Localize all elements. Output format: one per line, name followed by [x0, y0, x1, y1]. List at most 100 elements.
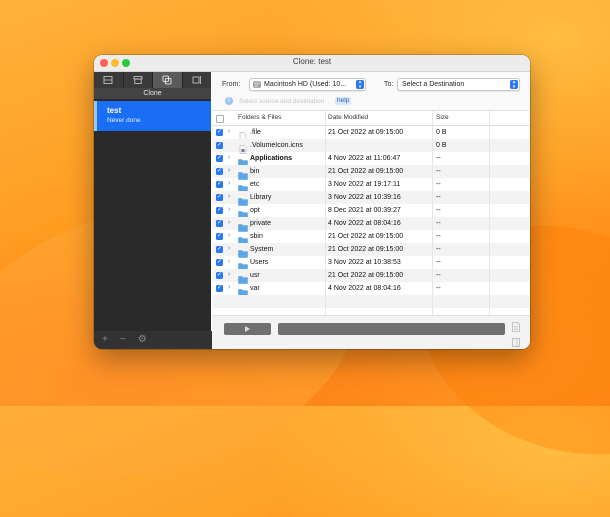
file-size: 0 B	[436, 141, 447, 149]
column-header-name[interactable]: Folders & Files	[238, 114, 281, 121]
column-header-date[interactable]: Date Modified	[328, 114, 368, 121]
disclosure-triangle-icon[interactable]: ›	[228, 193, 230, 200]
file-name: System	[250, 245, 274, 253]
row-checkbox[interactable]: ✓	[216, 233, 223, 240]
folder-icon	[238, 193, 248, 206]
disclosure-triangle-icon[interactable]: ›	[228, 128, 230, 135]
action-bar	[212, 315, 530, 349]
table-row[interactable]: ✓ › private 4 Nov 2022 at 08:04:16 --	[213, 217, 529, 232]
source-select[interactable]: Macintosh HD (Used: 10... ▴ ▾	[249, 78, 366, 91]
main-panel: From: Macintosh HD (Used: 10... ▴ ▾ To: S…	[212, 72, 530, 349]
table-row[interactable]: ✓ › System 21 Oct 2022 at 09:15:00 --	[213, 243, 529, 258]
disclosure-triangle-icon[interactable]: ›	[228, 154, 230, 161]
file-size: 0 B	[436, 128, 447, 136]
file-date: 4 Nov 2022 at 08:04:16	[328, 219, 401, 227]
info-message: Select source and destination	[239, 98, 325, 105]
file-size: --	[436, 167, 441, 175]
destination-select[interactable]: Select a Destination ▴ ▾	[397, 78, 520, 91]
task-status: Never done	[107, 117, 141, 124]
table-row[interactable]: ✓ › Applications 4 Nov 2022 at 11:06:47 --	[213, 152, 529, 167]
row-checkbox[interactable]: ✓	[216, 259, 223, 266]
row-checkbox[interactable]: ✓	[216, 285, 223, 292]
task-selection-bar	[94, 101, 97, 131]
row-checkbox[interactable]: ✓	[216, 142, 223, 149]
table-row[interactable]: ✓ .VolumeIcon.icns 0 B	[213, 139, 529, 154]
log-document-icon[interactable]	[512, 322, 520, 332]
column-divider	[489, 111, 490, 315]
table-row[interactable]: ✓ › var 4 Nov 2022 at 08:04:16 --	[213, 282, 529, 297]
table-row[interactable]: ✓ › sbin 21 Oct 2022 at 09:15:00 --	[213, 230, 529, 245]
list-icon	[103, 76, 113, 84]
folder-icon	[238, 232, 248, 245]
disclosure-triangle-icon[interactable]: ›	[228, 271, 230, 278]
file-date: 21 Oct 2022 at 09:15:00	[328, 245, 404, 253]
tab-archive[interactable]	[124, 72, 153, 88]
table-row[interactable]: ✓ › Users 3 Nov 2022 at 10:38:53 --	[213, 256, 529, 271]
file-size: --	[436, 206, 441, 214]
file-name: opt	[250, 206, 260, 214]
start-clone-button[interactable]	[224, 323, 271, 335]
sidebar: Clone test Never done + − ⚙	[94, 72, 219, 349]
disclosure-triangle-icon[interactable]: ›	[228, 206, 230, 213]
column-header-size[interactable]: Size	[436, 114, 449, 121]
row-checkbox[interactable]: ✓	[216, 181, 223, 188]
help-button[interactable]: help	[335, 97, 352, 105]
row-checkbox[interactable]: ✓	[216, 129, 223, 136]
row-checkbox[interactable]: ✓	[216, 194, 223, 201]
table-row[interactable]: ✓ › usr 21 Oct 2022 at 09:15:00 --	[213, 269, 529, 284]
table-row[interactable]: ✓ › Library 3 Nov 2022 at 10:39:16 --	[213, 191, 529, 206]
row-checkbox[interactable]: ✓	[216, 220, 223, 227]
table-row[interactable]: ✓ › opt 8 Dec 2021 at 00:39:27 --	[213, 204, 529, 219]
file-name: etc	[250, 180, 260, 188]
disclosure-triangle-icon[interactable]: ›	[228, 258, 230, 265]
row-checkbox[interactable]: ✓	[216, 246, 223, 253]
file-date: 3 Nov 2022 at 19:17:11	[328, 180, 401, 188]
task-item-test[interactable]: test Never done	[94, 101, 211, 131]
folder-icon	[238, 271, 248, 284]
gear-icon[interactable]: ⚙	[138, 335, 147, 345]
restore-icon	[192, 76, 201, 84]
file-name: .file	[250, 128, 261, 136]
file-date: 8 Dec 2021 at 00:39:27	[328, 206, 401, 214]
file-date: 4 Nov 2022 at 08:04:16	[328, 284, 401, 292]
file-name: bin	[250, 167, 260, 175]
folder-icon	[238, 245, 248, 258]
tab-tasks[interactable]	[94, 72, 124, 88]
row-checkbox[interactable]: ✓	[216, 207, 223, 214]
file-name: Library	[250, 193, 272, 201]
file-name: .VolumeIcon.icns	[250, 141, 303, 149]
add-task-button[interactable]: +	[102, 335, 108, 345]
disclosure-triangle-icon[interactable]: ›	[228, 167, 230, 174]
disclosure-triangle-icon[interactable]: ›	[228, 284, 230, 291]
file-size: --	[436, 245, 441, 253]
file-name: var	[250, 284, 260, 292]
panel-toggle-icon[interactable]	[512, 338, 520, 347]
tab-clone[interactable]	[153, 72, 183, 88]
disclosure-triangle-icon[interactable]: ›	[228, 245, 230, 252]
file-date: 3 Nov 2022 at 10:39:16	[328, 193, 401, 201]
table-row[interactable]: ✓ › .file 21 Oct 2022 at 09:15:00 0 B	[213, 126, 529, 141]
select-all-checkbox[interactable]	[216, 115, 224, 123]
table-row[interactable]: ✓ › etc 3 Nov 2022 at 19:17:11 --	[213, 178, 529, 193]
tab-restore[interactable]	[183, 72, 212, 88]
sidebar-bottom-bar: + − ⚙	[94, 331, 219, 349]
file-size: --	[436, 271, 441, 279]
file-size: --	[436, 219, 441, 227]
remove-task-button[interactable]: −	[120, 335, 126, 345]
folder-icon	[238, 258, 248, 271]
row-checkbox[interactable]: ✓	[216, 155, 223, 162]
file-date: 4 Nov 2022 at 11:06:47	[328, 154, 401, 162]
disclosure-triangle-icon[interactable]: ›	[228, 219, 230, 226]
table-row	[213, 295, 529, 308]
folder-icon	[238, 154, 248, 167]
disclosure-triangle-icon[interactable]: ›	[228, 232, 230, 239]
file-size: --	[436, 258, 441, 266]
file-name: usr	[250, 271, 260, 279]
row-checkbox[interactable]: ✓	[216, 272, 223, 279]
file-date: 21 Oct 2022 at 09:15:00	[328, 232, 404, 240]
table-row[interactable]: ✓ › bin 21 Oct 2022 at 09:15:00 --	[213, 165, 529, 180]
sidebar-section-label: Clone	[94, 88, 211, 99]
row-checkbox[interactable]: ✓	[216, 168, 223, 175]
disclosure-triangle-icon[interactable]: ›	[228, 180, 230, 187]
info-icon: i	[225, 97, 233, 105]
